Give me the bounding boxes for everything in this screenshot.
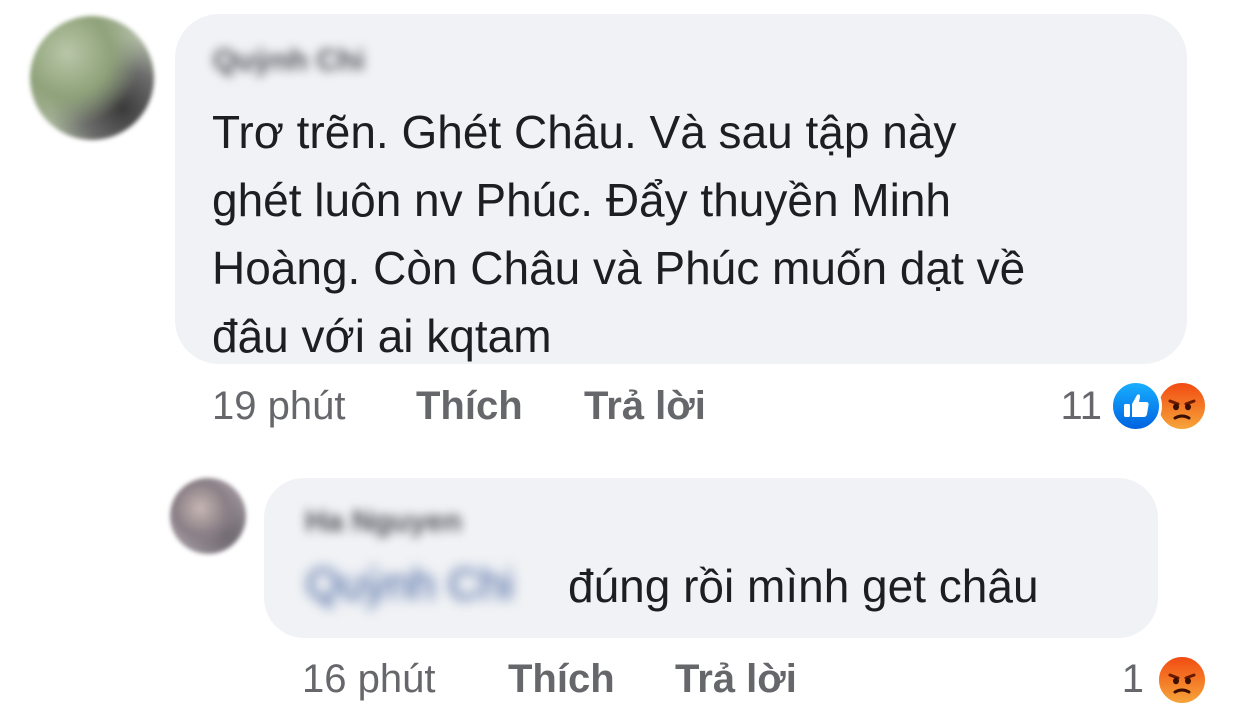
comment-timestamp[interactable]: 19 phút xyxy=(212,384,345,429)
reaction-count[interactable]: 11 xyxy=(1040,384,1102,429)
comment-thread: Quỳnh Chi Trơ trẽn. Ghét Châu. Và sau tậ… xyxy=(0,0,1242,711)
avatar[interactable] xyxy=(30,16,154,140)
like-icon[interactable] xyxy=(1110,380,1162,432)
reply-button[interactable]: Trả lời xyxy=(675,657,797,702)
reaction-count[interactable]: 1 xyxy=(1100,657,1144,702)
avatar[interactable] xyxy=(170,478,246,554)
reply-button[interactable]: Trả lời xyxy=(584,384,706,429)
like-button[interactable]: Thích xyxy=(508,657,615,702)
reply-author-name[interactable]: Ha Nguyen xyxy=(305,505,462,539)
comment-author-name[interactable]: Quỳnh Chi xyxy=(213,44,365,78)
mention-link[interactable]: Quỳnh Chi xyxy=(306,560,514,610)
reply-text: đúng rồi mình get châu xyxy=(568,560,1039,612)
like-button[interactable]: Thích xyxy=(416,384,523,429)
angry-icon[interactable] xyxy=(1156,380,1208,432)
reply-timestamp[interactable]: 16 phút xyxy=(302,657,435,702)
angry-icon[interactable] xyxy=(1156,654,1208,706)
comment-text: Trơ trẽn. Ghét Châu. Và sau tập này ghét… xyxy=(212,106,1026,362)
